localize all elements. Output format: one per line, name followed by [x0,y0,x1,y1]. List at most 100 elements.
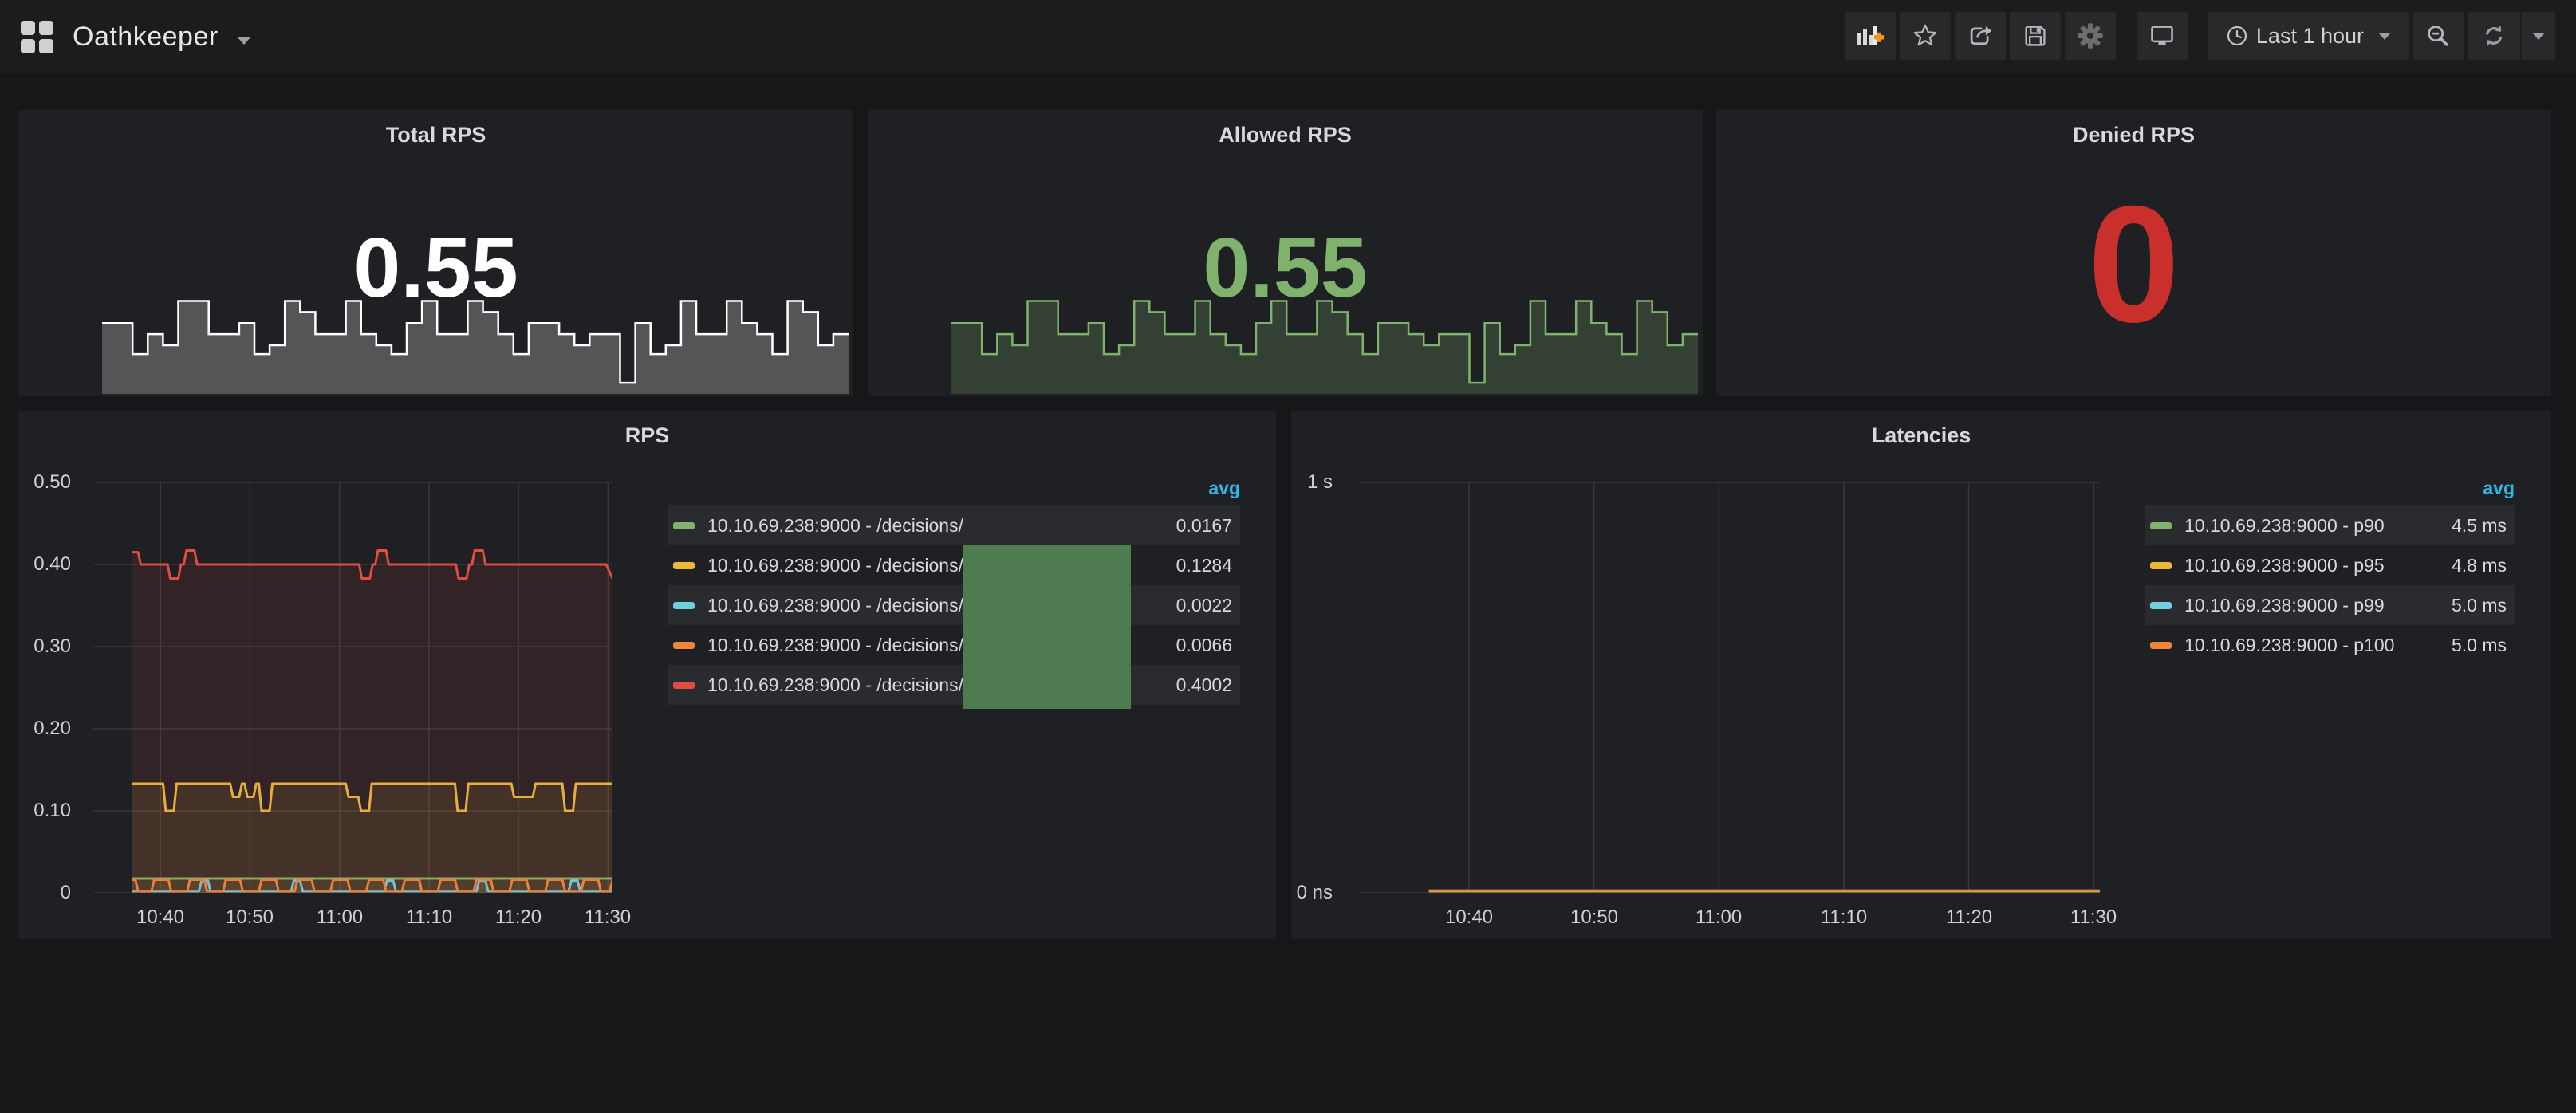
legend-row[interactable]: 10.10.69.238:9000 - /decisions/0.0066 [668,625,1240,665]
legend-avg-header[interactable]: avg [2145,478,2515,499]
legend-series-avg-value: 0.4002 [1167,674,1232,696]
legend-row[interactable]: 10.10.69.238:9000 - p95 4.8 ms [2145,545,2515,585]
legend-series-avg-value: 0.0022 [1167,595,1232,616]
refresh-interval-dropdown[interactable] [2520,12,2555,60]
legend-series-color-icon[interactable] [673,642,695,649]
y-axis-tick-label: 1 s [1307,471,1333,494]
x-axis-tick-label: 10:50 [1570,907,1618,929]
clock-icon [2226,25,2248,47]
time-range-label: Last 1 hour [2256,24,2364,49]
legend-series-color-icon[interactable] [673,682,695,689]
time-range-picker[interactable]: Last 1 hour [2208,12,2409,60]
x-axis-tick-label: 11:30 [585,907,631,929]
legend-series-color-icon[interactable] [2150,562,2172,569]
latencies-legend: 10.10.69.238:9000 - p904.5 ms10.10.69.23… [2145,505,2515,665]
dashboard-grid-icon[interactable] [21,21,53,53]
x-axis-tick-label: 11:20 [495,907,542,929]
total-rps-sparkline [102,297,849,394]
add-panel-button[interactable] [1845,12,1896,60]
legend-series-label[interactable]: 10.10.69.238:9000 - /decisions/ [707,674,963,696]
panel-rps-graph: RPS 0.500.400.300.200.100 10:4010:5011:0… [18,411,1276,939]
time-range-caret-icon [2378,33,2391,40]
legend-series-label[interactable]: 10.10.69.238:9000 - p90 [2184,515,2385,537]
legend-series-label[interactable]: 10.10.69.238:9000 - /decisions/ [707,595,963,616]
star-button[interactable] [1900,12,1951,60]
toolbar: Last 1 hour [1845,12,2555,60]
save-button[interactable] [2010,12,2061,60]
panel-title[interactable]: Latencies [1291,423,2551,448]
y-axis-tick-label: 0.30 [33,635,71,658]
grafana-dashboard: Oathkeeper [0,0,2576,1113]
panel-title[interactable]: Allowed RPS [868,123,1703,147]
legend-series-label[interactable]: 10.10.69.238:9000 - p100 [2184,635,2394,656]
cycle-view-button[interactable] [2137,12,2188,60]
settings-button[interactable] [2065,12,2116,60]
panel-total-rps: Total RPS 0.55 [18,110,853,396]
navbar: Oathkeeper [0,0,2576,73]
legend-series-color-icon[interactable] [2150,642,2172,649]
x-axis-tick-label: 11:10 [1821,907,1867,929]
legend-series-avg-value: 5.0 ms [2442,595,2507,616]
legend-series-avg-value: 0.0167 [1167,515,1232,537]
latencies-x-axis: 10:4010:5011:0011:1011:2011:30 [1359,903,2100,930]
share-button[interactable] [1955,12,2006,60]
legend-series-color-icon[interactable] [673,562,695,569]
legend-series-label[interactable]: 10.10.69.238:9000 - /decisions/ [707,635,963,656]
x-axis-tick-label: 10:40 [136,907,184,929]
save-icon [2023,23,2048,49]
panel-denied-rps: Denied RPS 0 [1716,110,2551,396]
y-axis-tick-label: 0 ns [1297,882,1333,904]
legend-series-color-icon[interactable] [673,522,695,529]
dashboard-title-caret-icon[interactable] [238,37,250,45]
panel-title[interactable]: RPS [18,423,1276,448]
legend-series-label[interactable]: 10.10.69.238:9000 - /decisions/ [707,555,963,576]
legend-series-color-icon[interactable] [673,602,695,609]
y-axis-tick-label: 0.40 [33,553,71,576]
legend-series-avg-value: 5.0 ms [2442,635,2507,656]
x-axis-tick-label: 11:10 [406,907,452,929]
panel-title[interactable]: Denied RPS [1716,123,2551,147]
legend-series-label[interactable]: 10.10.69.238:9000 - /decisions/ [707,515,963,537]
legend-row[interactable]: 10.10.69.238:9000 - /decisions/0.1284 [668,545,1240,585]
legend-avg-header[interactable]: avg [668,478,1240,499]
grid-square [21,21,35,35]
grid-square [39,39,53,53]
rps-x-axis: 10:4010:5011:0011:1011:2011:30 [93,903,612,930]
zoom-out-button[interactable] [2413,12,2464,60]
legend-series-color-icon[interactable] [2150,602,2172,609]
dashboard-title[interactable]: Oathkeeper [73,22,219,53]
legend-series-color-icon[interactable] [2150,522,2172,529]
add-panel-icon [1857,24,1884,48]
x-axis-tick-label: 10:40 [1445,907,1493,929]
legend-color-overlay [963,545,1131,709]
legend-row[interactable]: 10.10.69.238:9000 - /decisions/0.0167 [668,505,1240,545]
legend-row[interactable]: 10.10.69.238:9000 - p90 4.5 ms [2145,505,2515,545]
legend-series-label[interactable]: 10.10.69.238:9000 - p95 [2184,555,2385,576]
gear-icon [2077,22,2104,49]
rps-plot-area[interactable] [93,482,612,893]
refresh-button[interactable] [2468,12,2520,60]
x-axis-tick-label: 11:00 [1696,907,1742,929]
legend-row[interactable]: 10.10.69.238:9000 - /decisions/0.4002 [668,665,1240,705]
x-axis-tick-label: 10:50 [226,907,274,929]
refresh-button-group [2468,12,2555,60]
panel-allowed-rps: Allowed RPS 0.55 [868,110,1703,396]
legend-row[interactable]: 10.10.69.238:9000 - p100 5.0 ms [2145,625,2515,665]
y-axis-tick-label: 0.50 [33,471,71,494]
legend-series-avg-value: 0.1284 [1167,555,1232,576]
y-axis-tick-label: 0 [61,882,71,904]
y-axis-tick-label: 0.20 [33,718,71,740]
panel-title[interactable]: Total RPS [18,123,853,147]
x-axis-tick-label: 11:30 [2070,907,2117,929]
legend-row[interactable]: 10.10.69.238:9000 - /decisions/0.0022 [668,585,1240,625]
refresh-interval-caret-icon [2532,33,2545,40]
x-axis-tick-label: 11:20 [1946,907,1992,929]
legend-row[interactable]: 10.10.69.238:9000 - p99 5.0 ms [2145,585,2515,625]
legend-series-avg-value: 4.8 ms [2442,555,2507,576]
allowed-rps-sparkline [951,297,1698,394]
legend-series-avg-value: 4.5 ms [2442,515,2507,537]
latencies-plot-area[interactable] [1359,482,2100,893]
latencies-y-axis: 1 s0 ns [1291,482,1344,893]
rps-y-axis: 0.500.400.300.200.100 [18,482,82,893]
legend-series-label[interactable]: 10.10.69.238:9000 - p99 [2184,595,2385,616]
